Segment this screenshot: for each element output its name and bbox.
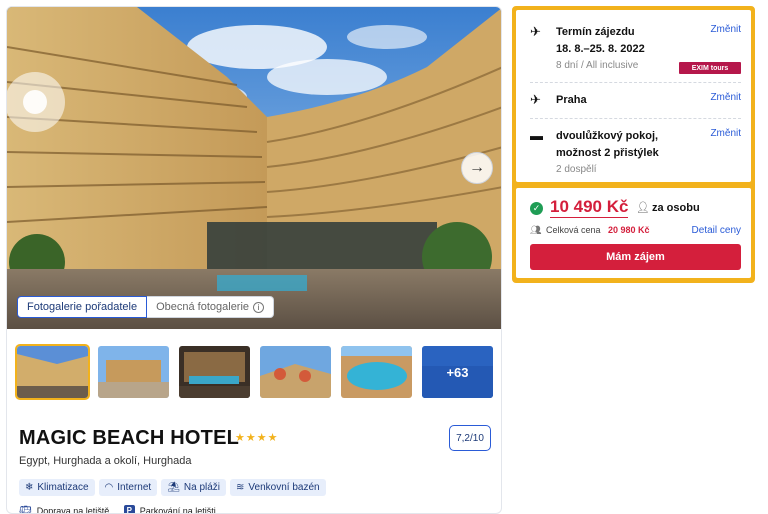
amenity-label: Venkovní bazén [248, 482, 320, 493]
trip-summary: ✈ Termín zájezdu 18. 8.–25. 8. 2022 8 dn… [516, 10, 751, 182]
check-circle-icon: ✓ [530, 202, 543, 215]
room-type-line2: možnost 2 přistýlek [556, 147, 659, 159]
term-row: ✈ Termín zájezdu 18. 8.–25. 8. 2022 8 dn… [530, 24, 741, 80]
tab-general-gallery[interactable]: Obecná fotogalerie i [147, 296, 275, 318]
tab-general-gallery-label: Obecná fotogalerie [156, 301, 250, 313]
per-person-label: za osobu [652, 202, 700, 214]
departure-city: Praha [556, 94, 587, 106]
price-summary: ✓ 10 490 Kč 👤︎ za osobu 👥︎ Celková cena … [516, 188, 751, 278]
thumbnail-5[interactable] [341, 346, 412, 398]
info-icon: i [253, 301, 265, 313]
amenity-label: Internet [117, 482, 152, 493]
change-room-link[interactable]: Změnit [710, 128, 741, 139]
airport-parking-label: Parkování na letišti [139, 505, 216, 514]
wifi-icon: ◠ [104, 482, 114, 493]
total-price-label: Celková cena [546, 225, 601, 235]
thumbnail-4[interactable] [260, 346, 331, 398]
thumbnail-more[interactable]: +63 [422, 346, 493, 398]
divider [530, 82, 741, 83]
change-departure-link[interactable]: Změnit [710, 92, 741, 103]
thumbnail-3[interactable] [179, 346, 250, 398]
amenity-label: Klimatizace [37, 482, 89, 493]
hotel-gallery-card: → Fotogalerie pořadatele Obecná fotogale… [6, 6, 502, 514]
term-label: Termín zájezdu [556, 26, 635, 38]
bus-icon: 🚌︎ [19, 505, 32, 514]
price-per-person: 10 490 Kč [550, 197, 629, 218]
amenity-air-conditioning: ❄ Klimatizace [19, 479, 95, 496]
hotel-location: Egypt, Hurghada a okolí, Hurghada [19, 455, 192, 467]
thumbnail-2[interactable] [98, 346, 169, 398]
pool-icon: ≋ [236, 482, 245, 493]
room-occupancy: 2 dospělí [556, 164, 597, 175]
beach-icon: ⛱ [167, 482, 180, 493]
term-info: 8 dní / All inclusive [556, 60, 639, 71]
price-detail-link[interactable]: Detail ceny [692, 225, 741, 236]
amenity-label: Na pláži [183, 482, 221, 493]
amenity-pool: ≋ Venkovní bazén [230, 479, 326, 496]
plane-icon: ✈ [530, 92, 541, 107]
more-photos-count: +63 [422, 346, 493, 398]
thumbnail-1[interactable] [15, 344, 90, 400]
departure-row: ✈ Praha Změnit [530, 92, 741, 110]
bed-icon: ▬ [530, 128, 543, 143]
plane-departure-icon: ✈ [530, 24, 541, 39]
divider [530, 118, 741, 119]
next-photo-arrow-icon[interactable]: → [461, 152, 493, 184]
parking-icon: P [123, 505, 135, 513]
interest-button[interactable]: Mám zájem [530, 244, 741, 270]
hotel-stars: ★★★★ [235, 432, 279, 444]
airport-transfer-label: Doprava na letiště. [36, 505, 112, 514]
amenity-list: ❄ Klimatizace ◠ Internet ⛱ Na pláži ≋ Ve… [19, 479, 326, 496]
amenity-beach: ⛱ Na pláži [161, 479, 227, 496]
hero-photo[interactable]: → [7, 7, 501, 329]
thumbnail-strip: +63 [15, 344, 493, 400]
booking-panel: ✈ Termín zájezdu 18. 8.–25. 8. 2022 8 dn… [512, 6, 755, 283]
hotel-name: MAGIC BEACH HOTEL [19, 427, 240, 449]
gallery-source-tabs: Fotogalerie pořadatele Obecná fotogaleri… [17, 296, 275, 318]
room-row: ▬ dvoulůžkový pokoj, možnost 2 přistýlek… [530, 128, 741, 178]
rating-badge[interactable]: 7,2/10 [449, 425, 491, 451]
group-icon: 👥︎ [530, 225, 542, 235]
hotel-detail-page: → Fotogalerie pořadatele Obecná fotogale… [0, 0, 768, 514]
person-icon: 👤︎ [636, 202, 650, 214]
term-dates: 18. 8.–25. 8. 2022 [556, 43, 645, 55]
airport-parking: P Parkování na letišti [123, 505, 216, 514]
tab-organizer-gallery[interactable]: Fotogalerie pořadatele [17, 296, 148, 318]
total-price-value: 20 980 Kč [608, 225, 650, 235]
snowflake-icon: ❄ [25, 482, 34, 493]
room-type-line1: dvoulůžkový pokoj, [556, 130, 659, 142]
change-term-link[interactable]: Změnit [710, 24, 741, 35]
exim-tours-logo: EXIM tours [679, 62, 741, 74]
airport-transfer: 🚌︎ Doprava na letiště. [19, 505, 112, 514]
amenity-internet: ◠ Internet [98, 479, 158, 496]
transport-info: 🚌︎ Doprava na letiště. P Parkování na le… [19, 505, 216, 514]
